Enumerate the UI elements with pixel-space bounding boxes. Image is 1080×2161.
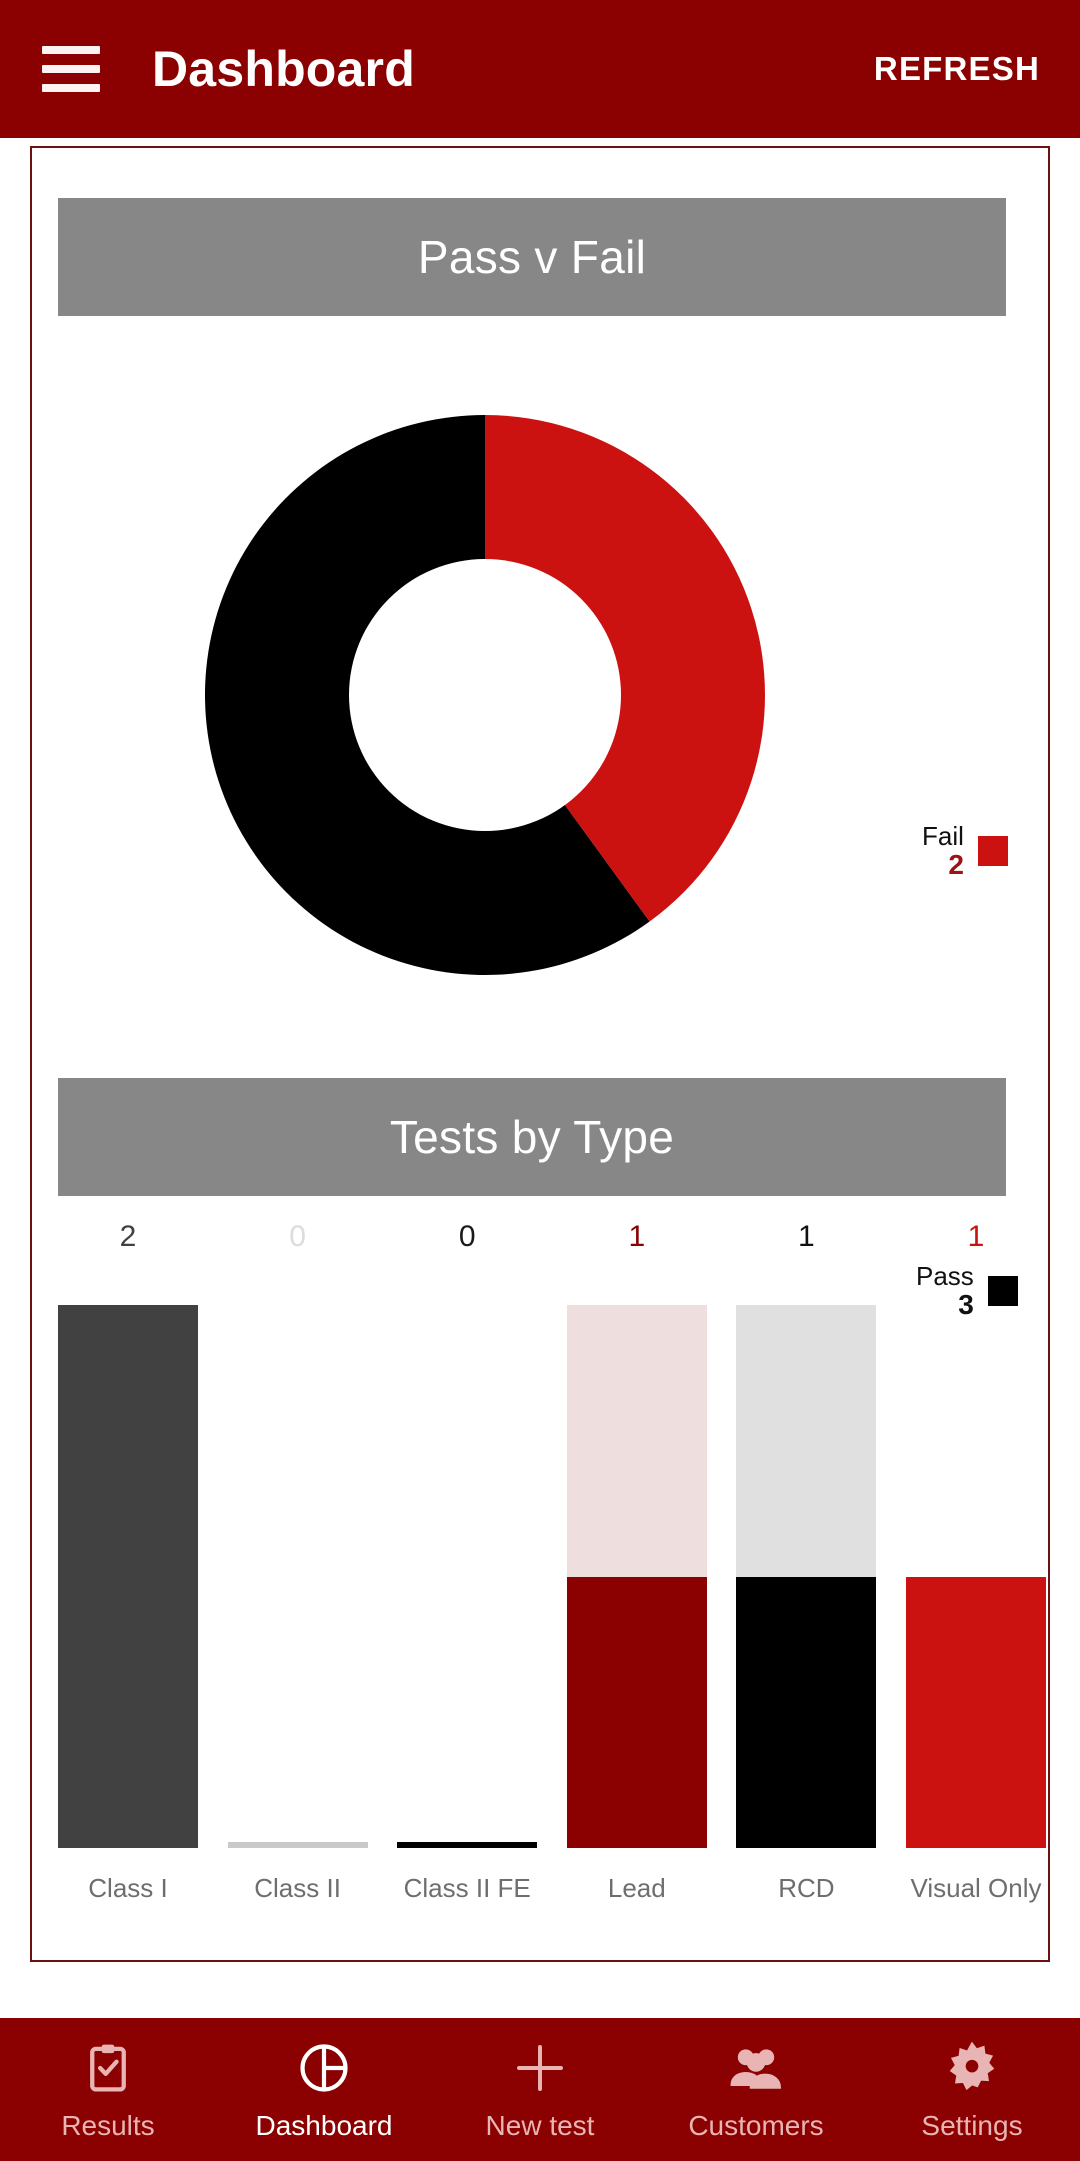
section-title: Pass v Fail	[417, 231, 647, 283]
tests-by-type-chart: 2 Class I 0 Class II 0 Class II FE 1 Lead 1 RCD 1 V…	[58, 1220, 1046, 1920]
bar-column[interactable]: 1 Lead	[566, 1220, 707, 1920]
bottom-navigation: Results Dashboard New test Customers Setting…	[0, 2018, 1080, 2161]
bar-column[interactable]: 1 RCD	[736, 1220, 877, 1920]
gear-icon	[944, 2038, 1000, 2098]
pass-v-fail-chart: Fail 2 Pass 3	[32, 378, 1050, 1320]
dashboard-card: Pass v Fail Fail 2 Pass 3 Tests by Type …	[30, 146, 1050, 1962]
bar-value-label: 2	[119, 1220, 137, 1253]
hamburger-menu-icon[interactable]	[42, 46, 100, 92]
bar-fill[interactable]	[566, 1576, 707, 1848]
nav-item-new-test[interactable]: New test	[432, 2018, 648, 2161]
section-title: Tests by Type	[389, 1111, 675, 1163]
nav-item-results[interactable]: Results	[0, 2018, 216, 2161]
legend-label: Fail	[922, 821, 964, 851]
bar-category-label: Class II FE	[403, 1873, 531, 1903]
bar-stack	[58, 1305, 198, 1848]
donut-hole	[349, 559, 621, 831]
bar-value-label: 1	[628, 1220, 646, 1253]
bar-track	[566, 1305, 707, 1577]
refresh-button[interactable]: REFRESH	[874, 50, 1040, 88]
hamburger-line	[42, 84, 100, 92]
bar-column[interactable]: 0 Class II FE	[397, 1220, 538, 1920]
bar-value-label: 1	[967, 1220, 985, 1253]
bar-track	[906, 1305, 1046, 1577]
bar-fill[interactable]	[58, 1305, 198, 1848]
donut-chart-svg	[205, 415, 765, 975]
nav-item-dashboard[interactable]: Dashboard	[216, 2018, 432, 2161]
nav-item-customers[interactable]: Customers	[648, 2018, 864, 2161]
people-group-icon	[728, 2038, 784, 2098]
legend-value: 2	[948, 849, 964, 881]
bar-stack	[227, 1305, 368, 1848]
bar-category-label: Lead	[607, 1873, 666, 1903]
section-header-pass-v-fail: Pass v Fail	[58, 198, 1006, 316]
bar-fill[interactable]	[397, 1842, 538, 1848]
nav-item-label: Results	[61, 2109, 155, 2141]
bar-stack	[736, 1305, 877, 1848]
nav-item-label: Customers	[688, 2109, 824, 2141]
bar-category-label: Class II	[254, 1873, 341, 1903]
bar-category-label: Visual Only	[910, 1873, 1042, 1903]
legend-swatch-fail	[977, 836, 1008, 867]
nav-item-settings[interactable]: Settings	[864, 2018, 1080, 2161]
bar-stack	[397, 1305, 538, 1848]
bar-fill[interactable]	[736, 1576, 877, 1848]
nav-item-label: Dashboard	[255, 2109, 393, 2141]
nav-item-label: New test	[485, 2109, 595, 2141]
bar-category-label: RCD	[778, 1873, 835, 1903]
app-bar: Dashboard REFRESH	[0, 0, 1080, 138]
page-title: Dashboard	[152, 41, 415, 97]
bar-value-label: 0	[289, 1220, 306, 1253]
legend-fail-text: Fail 2	[922, 821, 964, 881]
pie-chart-icon	[296, 2038, 352, 2098]
bar-fill[interactable]	[906, 1576, 1046, 1848]
bar-track	[736, 1305, 877, 1577]
section-header-tests-by-type: Tests by Type	[58, 1078, 1006, 1196]
hamburger-line	[42, 46, 100, 54]
clipboard-check-icon	[81, 2038, 135, 2098]
plus-icon	[512, 2038, 568, 2098]
bar-fill[interactable]	[227, 1842, 368, 1848]
bar-column[interactable]: 1 Visual Only	[906, 1220, 1046, 1920]
bar-column[interactable]: 0 Class II	[227, 1220, 368, 1920]
bar-stack	[906, 1305, 1046, 1848]
app-root: Dashboard REFRESH Pass v Fail Fail 2 Pas…	[0, 0, 1080, 2161]
hamburger-line	[42, 65, 100, 73]
bar-value-label: 1	[798, 1220, 815, 1253]
bar-value-label: 0	[458, 1220, 476, 1253]
bar-column[interactable]: 2 Class I	[58, 1220, 198, 1920]
bar-stack	[566, 1305, 707, 1848]
bar-category-label: Class I	[88, 1873, 168, 1903]
legend-item-fail[interactable]: Fail 2	[922, 821, 1008, 881]
nav-item-label: Settings	[921, 2109, 1023, 2141]
